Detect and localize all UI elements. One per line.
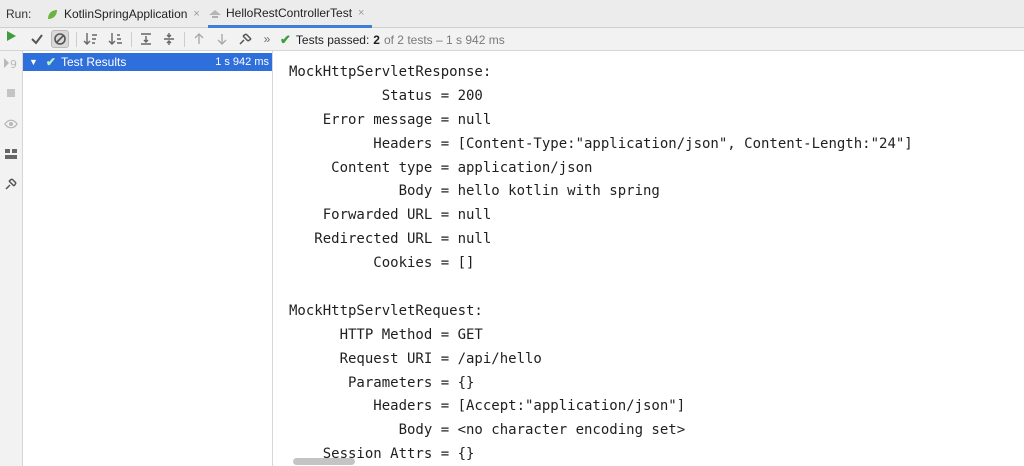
tree-row-test-results[interactable]: ▼ ✔ Test Results 1 s 942 ms bbox=[23, 53, 272, 71]
passed-check-icon: ✔ bbox=[45, 55, 56, 69]
test-results-tree: ▼ ✔ Test Results 1 s 942 ms bbox=[23, 51, 273, 466]
test-run-icon bbox=[208, 6, 221, 19]
console-line: MockHttpServletRequest: bbox=[289, 302, 483, 319]
pin-tab-icon[interactable] bbox=[2, 175, 20, 193]
collapse-all-icon[interactable] bbox=[160, 30, 178, 48]
run-label: Run: bbox=[6, 7, 32, 21]
tab-hello-rest-controller-test[interactable]: HelloRestControllerTest × bbox=[208, 0, 373, 28]
show-passed-icon[interactable] bbox=[28, 30, 46, 48]
status-count: 2 bbox=[373, 33, 380, 47]
tests-status: ✔ Tests passed: 2 of 2 tests – 1 s 942 m… bbox=[280, 32, 505, 48]
console-line: Content type = application/json bbox=[289, 159, 593, 176]
console-line: Headers = [Accept:"application/json"] bbox=[289, 398, 686, 415]
horizontal-scrollbar[interactable] bbox=[293, 458, 355, 465]
console-line: Session Attrs = {} bbox=[289, 446, 475, 463]
console-line: HTTP Method = GET bbox=[289, 326, 483, 343]
spring-leaf-icon bbox=[46, 8, 59, 21]
next-failed-icon[interactable] bbox=[213, 30, 231, 48]
sort-alphabetically-icon[interactable] bbox=[82, 30, 100, 48]
console-line: Error message = null bbox=[289, 111, 492, 128]
svg-text:9: 9 bbox=[10, 58, 17, 70]
console-line: Body = <no character encoding set> bbox=[289, 422, 686, 439]
tree-row-time: 1 s 942 ms bbox=[215, 56, 269, 68]
run-tab-bar: Run: KotlinSpringApplication × HelloRest… bbox=[0, 0, 1024, 28]
console-line: Request URI = /api/hello bbox=[289, 350, 542, 367]
run-gutter: 9 bbox=[0, 31, 23, 466]
expand-all-icon[interactable] bbox=[137, 30, 155, 48]
console-line: Parameters = {} bbox=[289, 374, 475, 391]
show-ignored-icon[interactable] bbox=[51, 30, 69, 48]
close-icon[interactable]: × bbox=[358, 7, 364, 19]
console-line: Status = 200 bbox=[289, 87, 483, 104]
status-detail: of 2 tests – 1 s 942 ms bbox=[383, 33, 505, 47]
console-line: MockHttpServletResponse: bbox=[289, 64, 492, 80]
pin-icon[interactable] bbox=[236, 30, 254, 48]
tab-label: HelloRestControllerTest bbox=[226, 5, 353, 20]
rerun-failed-icon[interactable]: 9 bbox=[2, 54, 20, 72]
test-runner-toolbar: » ✔ Tests passed: 2 of 2 tests – 1 s 942… bbox=[0, 28, 1024, 51]
console-line: Body = hello kotlin with spring bbox=[289, 183, 660, 200]
close-icon[interactable]: × bbox=[193, 8, 199, 20]
console-output[interactable]: MockHttpServletResponse: Status = 200 Er… bbox=[274, 51, 1024, 466]
expand-triangle-icon[interactable]: ▼ bbox=[29, 57, 38, 67]
console-text: MockHttpServletResponse: Status = 200 Er… bbox=[289, 61, 913, 466]
layout-icon[interactable] bbox=[2, 145, 20, 163]
console-line: Cookies = [] bbox=[289, 255, 475, 272]
previous-failed-icon[interactable] bbox=[190, 30, 208, 48]
check-icon: ✔ bbox=[280, 32, 291, 47]
eye-icon[interactable] bbox=[2, 115, 20, 133]
sort-by-duration-icon[interactable] bbox=[107, 30, 125, 48]
console-line: Redirected URL = null bbox=[289, 231, 492, 248]
tab-label: KotlinSpringApplication bbox=[64, 7, 188, 21]
stop-icon[interactable] bbox=[2, 84, 20, 102]
tree-row-label: Test Results bbox=[60, 55, 127, 69]
overflow-icon[interactable]: » bbox=[258, 30, 276, 48]
console-line: Headers = [Content-Type:"application/jso… bbox=[289, 135, 913, 152]
tab-kotlin-spring-application[interactable]: KotlinSpringApplication × bbox=[46, 0, 200, 28]
console-line: Forwarded URL = null bbox=[289, 207, 492, 224]
rerun-icon[interactable] bbox=[2, 27, 20, 45]
status-prefix: Tests passed: bbox=[295, 33, 370, 47]
